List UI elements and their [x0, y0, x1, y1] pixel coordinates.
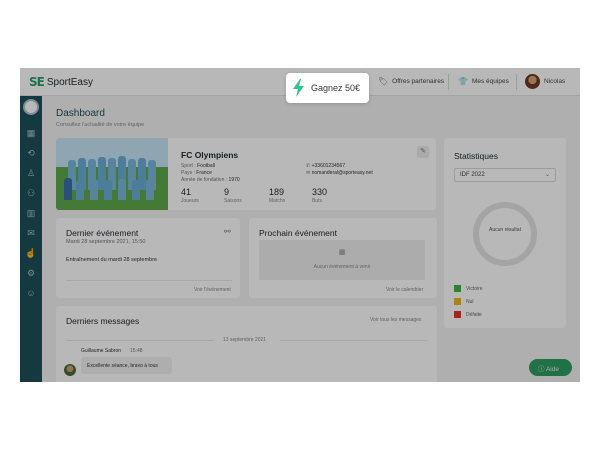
- mail-icon[interactable]: ✉: [20, 228, 42, 238]
- user-name[interactable]: Nicolas: [544, 78, 565, 85]
- no-event-text: Aucun événement à venir: [313, 264, 371, 270]
- team-crest-icon[interactable]: [23, 99, 39, 115]
- team-photo: [56, 138, 168, 210]
- legend-win-label: Victoire: [466, 286, 483, 292]
- season-select[interactable]: IDF 2022 ⌄: [454, 168, 556, 182]
- stat-value: 189: [269, 187, 285, 197]
- author-avatar: [64, 364, 76, 376]
- divider: [516, 74, 517, 90]
- my-teams-label: Mes équipes: [471, 78, 509, 85]
- team-phone: ✆ +33601234567: [306, 163, 346, 169]
- legend-draw-swatch: [454, 298, 461, 305]
- earn-50-button[interactable]: Gagnez 50€: [286, 73, 369, 103]
- message-bubble: Excellente séance, bravo à tous: [81, 357, 172, 374]
- last-event-name[interactable]: Entraînement du mardi 28 septembre: [66, 257, 157, 263]
- help-label: Aide: [545, 366, 559, 373]
- settings-icon[interactable]: ⚙: [20, 268, 42, 278]
- view-event-link[interactable]: Voir l'événement: [194, 287, 231, 293]
- divider: [66, 340, 214, 341]
- calendar-icon: ▦: [338, 249, 346, 256]
- divider: [280, 340, 428, 341]
- chevron-down-icon: ⌄: [544, 172, 550, 178]
- team-founded: Année de fondation : 1970: [181, 177, 240, 183]
- empty-event-box: ▦ Aucun événement à venir: [259, 240, 425, 280]
- player-figure: [146, 179, 154, 200]
- partner-offers-link[interactable]: 🏷 Offres partenaires: [378, 77, 444, 86]
- message-author: Guillaume Sabron: [81, 348, 122, 354]
- player-figure: [132, 180, 140, 200]
- help-icon: ⓘ: [538, 366, 545, 373]
- calendar-icon[interactable]: ▦: [20, 128, 42, 138]
- my-teams-link[interactable]: 👕 Mes équipes: [458, 77, 509, 86]
- user-avatar[interactable]: [525, 74, 540, 89]
- logo-mark: SE: [29, 75, 45, 89]
- app-window: SE SportEasy 🏷 Offres partenaires 👕 Mes …: [20, 68, 580, 382]
- player-figure: [64, 178, 72, 200]
- no-result-text: Aucun résultat: [489, 227, 521, 233]
- messages-card: Derniers messages Voir tous les messages…: [56, 306, 437, 382]
- team-email: ✉ nomanderal@sporteasy.net: [306, 170, 373, 176]
- stat-label: Joueurs: [181, 198, 199, 204]
- sidebar: ▦ ⟲ ♙ ⚇ ▥ ✉ ☝ ⚙ ☺: [20, 96, 42, 382]
- stat-value: 9: [224, 187, 230, 197]
- sporteasy-logo[interactable]: SE SportEasy: [29, 75, 93, 89]
- stat-value: 41: [181, 187, 192, 197]
- results-donut: [473, 202, 537, 266]
- stat-label: Saisons: [224, 198, 242, 204]
- hand-icon[interactable]: ☝: [20, 248, 42, 258]
- help-button[interactable]: ⓘ Aide: [529, 359, 572, 376]
- message-time: 15:48: [130, 348, 143, 354]
- stat-label: Buts: [312, 198, 323, 204]
- last-event-date: Mardi 28 septembre 2021, 15:50: [66, 239, 146, 245]
- last-event-title: Dernier événement: [66, 228, 139, 238]
- team-sport: Sport : Football: [181, 163, 215, 169]
- last-event-card: Dernier événement Mardi 28 septembre 202…: [56, 218, 240, 298]
- next-event-card: Prochain événement ▦ Aucun événement à v…: [249, 218, 437, 298]
- lightning-bolt-icon: [293, 79, 304, 97]
- team-card: FC Olympiens Sport : Football Pays : Fra…: [56, 138, 436, 210]
- avatar-icon[interactable]: ☺: [20, 288, 42, 298]
- stat-value: 330: [312, 187, 328, 197]
- lineup-icon[interactable]: ⚯: [224, 227, 231, 236]
- divider: [66, 280, 232, 281]
- view-all-messages-link[interactable]: Voir tous les messages: [370, 317, 421, 323]
- legend-loss-swatch: [454, 311, 461, 318]
- earn-50-label: Gagnez 50€: [311, 83, 361, 93]
- tag-icon: 🏷: [378, 77, 389, 86]
- divider: [448, 74, 449, 90]
- page-title: Dashboard: [56, 108, 105, 119]
- stat-label: Matchs: [269, 198, 286, 204]
- page-subtitle: Consultez l'actualité de votre équipe: [56, 122, 145, 128]
- player-figure: [90, 179, 98, 200]
- logo-text: SportEasy: [46, 76, 93, 88]
- messages-title: Derniers messages: [66, 316, 140, 326]
- statistics-card: Statistiques IDF 2022 ⌄ Aucun résultat V…: [444, 138, 566, 328]
- legend-loss-label: Défaite: [466, 312, 482, 318]
- team-country: Pays : France: [181, 170, 212, 176]
- season-value: IDF 2022: [460, 172, 485, 178]
- player-figure: [76, 180, 84, 200]
- message-date: 13 septembre 2021: [223, 337, 267, 343]
- shirt-icon: 👕: [458, 77, 468, 86]
- statistics-title: Statistiques: [454, 151, 498, 161]
- player-figure: [118, 179, 126, 200]
- people-icon[interactable]: ⚇: [20, 188, 42, 198]
- partner-offers-label: Offres partenaires: [392, 78, 445, 85]
- team-name: FC Olympiens: [181, 150, 239, 160]
- next-event-title: Prochain événement: [259, 228, 337, 238]
- player-figure: [104, 180, 112, 200]
- lineup-icon[interactable]: ♙: [20, 168, 42, 178]
- view-calendar-link[interactable]: Voir le calendrier: [386, 287, 423, 293]
- edit-team-button[interactable]: ✎: [417, 146, 429, 158]
- legend-draw-label: Nul: [466, 299, 474, 305]
- sync-icon[interactable]: ⟲: [20, 148, 42, 158]
- legend-win-swatch: [454, 285, 461, 292]
- stats-icon[interactable]: ▥: [20, 208, 42, 218]
